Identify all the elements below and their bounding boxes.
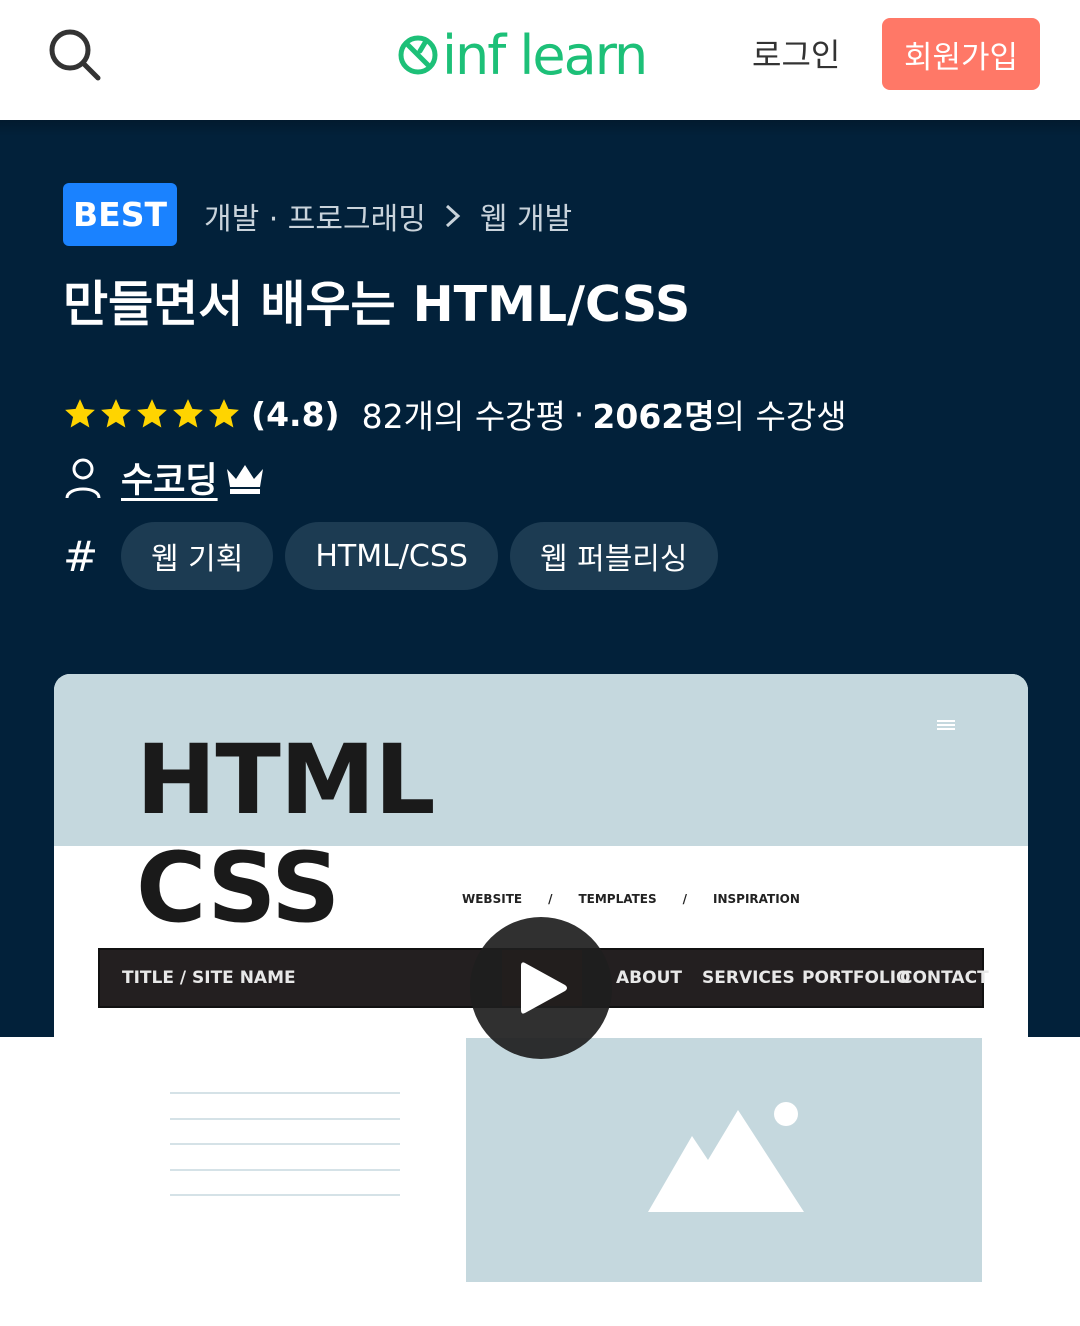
thumb-crumb-item: WEBSITE <box>462 892 523 906</box>
review-count[interactable]: 82개의 수강평 <box>362 390 566 438</box>
person-icon <box>65 458 101 498</box>
logo-text: inf learn <box>442 23 648 87</box>
hashtag-icon: # <box>63 531 99 581</box>
inflearn-logo[interactable]: inf learn <box>398 22 688 88</box>
play-button[interactable] <box>470 917 612 1059</box>
top-header: inf learn 로그인 회원가입 <box>0 0 1080 120</box>
tag-html-css[interactable]: HTML/CSS <box>285 522 498 590</box>
login-button[interactable]: 로그인 <box>752 30 840 76</box>
breadcrumb-subcategory[interactable]: 웹 개발 <box>480 194 572 238</box>
star-icon <box>101 399 131 428</box>
author-link[interactable]: 수코딩 <box>121 452 218 503</box>
thumbnail-heading-html: HTML <box>136 724 436 836</box>
placeholder-line <box>170 1143 400 1145</box>
placeholder-line <box>170 1117 400 1120</box>
stat-separator: · <box>573 394 585 434</box>
search-icon[interactable] <box>44 24 104 84</box>
chevron-right-icon <box>445 204 461 228</box>
thumb-nav-item: PORTFOLIO <box>802 968 911 988</box>
header-shadow <box>0 120 1080 136</box>
breadcrumb-category[interactable]: 개발 · 프로그래밍 <box>204 194 426 238</box>
thumb-nav-item: ABOUT <box>616 968 682 988</box>
star-icon <box>209 399 239 428</box>
tag-list: # 웹 기획 HTML/CSS 웹 퍼블리싱 <box>63 522 730 590</box>
thumb-crumb-sep: / <box>682 892 688 906</box>
thumbnail-heading-css: CSS <box>136 832 340 944</box>
image-placeholder <box>466 1038 982 1282</box>
thumbnail-breadcrumb: WEBSITE / TEMPLATES / INSPIRATION <box>462 892 800 906</box>
tag-web-planning[interactable]: 웹 기획 <box>121 522 274 590</box>
thumb-crumb-sep: / <box>548 892 553 906</box>
text-placeholder-lines <box>170 1092 400 1220</box>
tag-web-publishing[interactable]: 웹 퍼블리싱 <box>509 522 718 590</box>
hamburger-menu-icon <box>937 720 955 730</box>
placeholder-line <box>170 1168 400 1171</box>
star-rating <box>63 397 241 431</box>
thumb-nav-item: SERVICES <box>702 968 795 988</box>
thumb-crumb-item: INSPIRATION <box>713 892 800 906</box>
thumb-site-name: TITLE / SITE NAME <box>122 968 296 988</box>
placeholder-line <box>170 1194 400 1196</box>
thumb-nav-item: CONTACT <box>900 968 989 988</box>
crown-icon <box>226 464 263 494</box>
student-count: 2062명 <box>592 397 715 436</box>
star-icon <box>173 399 203 428</box>
rating-score: (4.8) <box>251 394 340 434</box>
star-icon <box>65 399 95 428</box>
rating-row: (4.8) 82개의 수강평 · 2062명 의 수강생 <box>63 390 847 438</box>
breadcrumb: 개발 · 프로그래밍 웹 개발 <box>204 194 572 238</box>
signup-button[interactable]: 회원가입 <box>882 18 1040 90</box>
mountain-image-icon <box>648 1102 804 1212</box>
author-row: 수코딩 <box>63 452 266 503</box>
thumb-crumb-item: TEMPLATES <box>578 892 657 906</box>
best-badge: BEST <box>63 183 177 246</box>
logo-leaf-icon <box>398 35 438 75</box>
play-icon <box>521 962 567 1014</box>
star-icon <box>137 399 167 428</box>
student-suffix: 의 수강생 <box>714 397 847 436</box>
placeholder-line <box>170 1092 400 1094</box>
course-title: 만들면서 배우는 HTML/CSS <box>63 276 691 333</box>
